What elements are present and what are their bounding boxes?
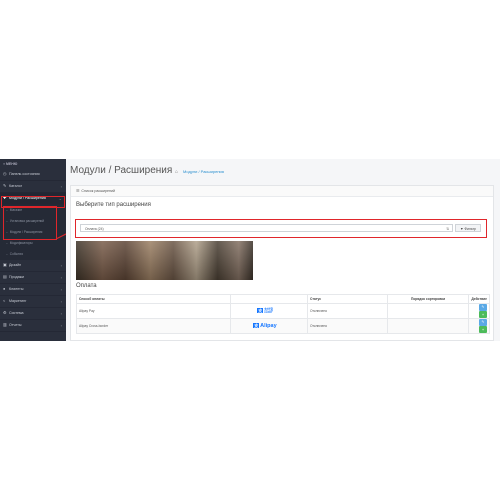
- list-icon: ☰: [76, 189, 80, 193]
- sidebar-item-label: Панель состояния: [9, 172, 40, 176]
- payment-status: Отключено: [307, 303, 388, 319]
- user-icon: ●: [3, 287, 6, 291]
- sidebar-item-label: Отчеты: [9, 323, 22, 327]
- main-content: Модули / Расширения ⌂ Модули / Расширени…: [66, 159, 500, 341]
- table-header-row: Способ оплаты Статус Порядок сортировки …: [75, 294, 490, 304]
- payment-name: Alipay Pay: [75, 303, 232, 319]
- logo-text: Alipay: [260, 323, 277, 329]
- table-row: Alipay Pay 支 支付宝 ALIPAY Отключено ✎+: [75, 303, 490, 319]
- tag-icon: ✎: [3, 184, 7, 188]
- section-title: Оплата: [76, 283, 97, 289]
- payment-table: Способ оплаты Статус Порядок сортировки …: [75, 294, 490, 334]
- desktop-icon: ▣: [3, 263, 7, 267]
- column-header: Действие: [468, 294, 490, 304]
- home-icon[interactable]: ⌂: [175, 169, 178, 175]
- cart-icon: ▤: [3, 275, 7, 279]
- row-actions: ✎+: [468, 303, 490, 319]
- payment-status: Отключено: [307, 318, 388, 334]
- sidebar-item-label: Каталог: [9, 184, 23, 188]
- payment-name: Alipay Cross-border: [75, 318, 232, 334]
- sidebar-subitem-label: События: [9, 252, 23, 256]
- gear-icon: ⚙: [3, 311, 7, 315]
- edit-button[interactable]: ✎: [479, 319, 487, 326]
- sidebar-item-label: Продажи: [9, 275, 25, 279]
- select-value: Оплата (24): [85, 227, 104, 231]
- highlight-box-select: Оплата (24) ⇅ ▼ Фильтр: [75, 219, 487, 238]
- column-header: Порядок сортировки: [386, 294, 470, 304]
- sidebar-subitem-label: Модификаторы: [9, 241, 33, 245]
- logo-text: ALIPAY: [264, 311, 273, 315]
- filter-button[interactable]: ▼ Фильтр: [455, 224, 481, 232]
- dashboard-icon: ◷: [3, 172, 7, 176]
- sidebar-item-label: Система: [9, 311, 24, 315]
- menu-label: МЕНЮ: [6, 162, 18, 166]
- column-header: Способ оплаты: [75, 294, 232, 304]
- payment-order: [386, 303, 470, 319]
- column-header: Статус: [307, 294, 388, 304]
- highlight-box-submenu: [3, 206, 57, 240]
- sidebar-item-label: Дизайн: [9, 263, 22, 267]
- screenshot-area: ≡ МЕНЮ ◷ Панель состояния ✎ Каталог › ✚ …: [0, 159, 500, 341]
- logo-mark: 支: [253, 323, 260, 328]
- choose-type-label: Выберите тип расширения: [76, 202, 151, 208]
- blurred-banner-image: [76, 241, 253, 280]
- table-row: Alipay Cross-border 支 Alipay Отключено ✎…: [75, 318, 490, 334]
- column-header: [230, 294, 309, 304]
- sidebar-item-label: Маркетинг: [9, 299, 27, 303]
- sidebar-item-label: Клиенты: [9, 287, 24, 291]
- chart-icon: ▥: [3, 323, 7, 327]
- payment-order: [386, 318, 470, 334]
- page-title: Модули / Расширения: [70, 165, 173, 176]
- alipay-logo: 支 Alipay: [230, 318, 309, 334]
- breadcrumb-link[interactable]: Модули / Расширения: [183, 169, 224, 174]
- extension-type-select[interactable]: Оплата (24) ⇅: [80, 224, 453, 232]
- edit-button[interactable]: ✎: [479, 304, 487, 311]
- share-icon: <: [3, 299, 6, 303]
- panel-heading: ☰ Список расширений: [71, 186, 493, 197]
- extensions-panel: ☰ Список расширений Выберите тип расширен…: [70, 185, 494, 341]
- panel-heading-label: Список расширений: [81, 189, 116, 193]
- alipay-logo: 支 支付宝 ALIPAY: [230, 303, 309, 319]
- install-button[interactable]: +: [479, 326, 487, 333]
- install-button[interactable]: +: [479, 311, 487, 318]
- row-actions: ✎+: [468, 318, 490, 334]
- select-caret-icon: ⇅: [446, 227, 449, 231]
